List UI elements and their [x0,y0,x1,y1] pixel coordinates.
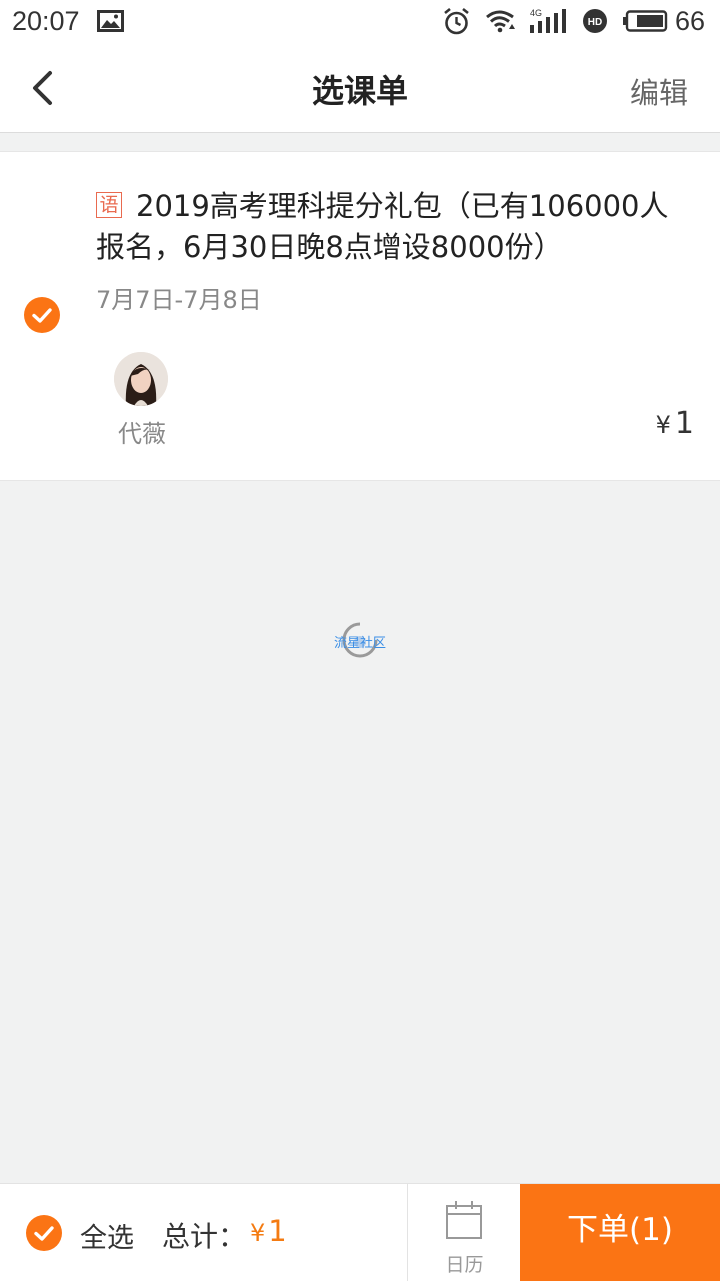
select-all-label[interactable]: 全选 [80,1216,134,1255]
calendar-label: 日历 [445,1254,484,1276]
edit-button[interactable]: 编辑 [630,70,688,112]
gallery-icon [97,10,124,32]
price-value: 1 [674,406,694,441]
course-check-icon[interactable] [24,297,60,333]
avatar [114,352,168,406]
header: 选课单 编辑 [0,44,720,133]
total-price: ¥1 [250,1214,287,1248]
total-label: 总计： [162,1220,247,1253]
hd-icon: HD [583,9,607,33]
svg-text:HD: HD [588,17,602,28]
course-card[interactable]: 2019高考理科提分礼包（已有106000人报名，6月30日晚8点增设8000份… [0,151,720,481]
course-title[interactable]: 2019高考理科提分礼包（已有106000人报名，6月30日晚8点增设8000份… [96,186,686,268]
teacher-name: 代薇 [118,420,166,448]
bottom-bar: 全选 总计： ¥1 日历 下单(1) [0,1183,720,1281]
signal-icon: 4G [530,8,566,33]
subject-tag: 语 [96,192,122,218]
teacher-portrait-icon [114,352,168,406]
calendar-icon [446,1201,482,1239]
total-value: 1 [268,1214,287,1248]
battery-icon [623,10,668,32]
page-title: 选课单 [311,72,408,110]
battery-level: 66 [675,6,706,36]
alarm-icon [444,8,469,35]
select-all-check-icon[interactable] [26,1215,62,1251]
watermark-text: 流星社区 [334,636,387,651]
total-currency: ¥ [250,1219,266,1247]
course-dates: 7月7日-7月8日 [96,286,262,314]
course-price: ¥1 [656,406,694,441]
status-bar: 20:07 4G HD 66 [0,0,720,44]
order-button[interactable]: 下单(1) [520,1184,720,1281]
svg-text:4G: 4G [530,8,542,18]
price-currency: ¥ [655,411,671,439]
status-time: 20:07 [12,6,80,36]
calendar-button[interactable]: 日历 [407,1184,520,1281]
wifi-icon [486,10,515,33]
